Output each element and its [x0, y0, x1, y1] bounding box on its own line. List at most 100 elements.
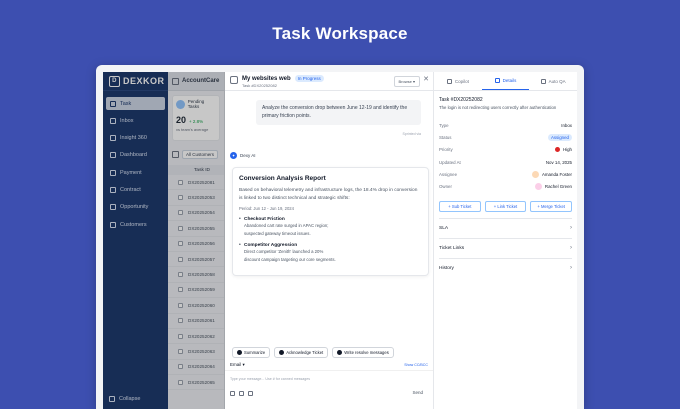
- section-ticket-links[interactable]: Ticket Links ›: [439, 237, 572, 258]
- qa-label: Acknowledge Ticket: [286, 350, 324, 355]
- channel-label: Email: [230, 362, 242, 367]
- prop-key: Priority: [439, 147, 453, 153]
- section-label: SLA: [439, 225, 449, 231]
- browse-button[interactable]: Browse ▾: [393, 76, 420, 87]
- ai-write-icon[interactable]: [248, 391, 253, 396]
- section-history[interactable]: History ›: [439, 257, 572, 278]
- image-icon[interactable]: [239, 391, 244, 396]
- message-meta: Sprinted via: [402, 132, 421, 136]
- pen-icon: [337, 350, 343, 355]
- finding-item: Competitor Aggression Direct competitor …: [239, 242, 422, 263]
- chat-subtitle: Task #DX20252082: [242, 83, 277, 88]
- report-card: Conversion Analysis Report Based on beha…: [232, 167, 429, 276]
- close-icon[interactable]: ✕: [423, 75, 429, 83]
- page-title: Task Workspace: [272, 24, 408, 43]
- chat-title: My websites web: [242, 75, 291, 82]
- qa-label: Summarize: [244, 350, 266, 355]
- task-id: Task #DX20252082: [439, 97, 483, 103]
- user-message: Analyze the conversion drop between June…: [256, 100, 421, 125]
- finding-text: suspected gateway timeout issues.: [244, 230, 311, 236]
- prop-key: Owner: [439, 183, 452, 189]
- copilot-icon: [446, 78, 452, 84]
- prop-priority: Priority High: [439, 144, 572, 156]
- web-icon: [230, 76, 238, 84]
- avatar: [534, 182, 542, 190]
- qa-label: Write resolve messages: [344, 350, 389, 355]
- tab-label: Details: [502, 78, 517, 83]
- prop-value: Nov 14, 2025: [545, 159, 572, 165]
- prop-key: Status: [439, 135, 452, 141]
- summarize-button[interactable]: Summarize: [232, 347, 271, 358]
- qa-icon: [540, 78, 546, 84]
- finding-item: Checkout Friction Abandoned cart rate su…: [239, 216, 422, 237]
- assignee-value[interactable]: Amanda Foster: [531, 170, 572, 178]
- tab-label: Auto QA: [548, 78, 566, 84]
- acknowledge-icon: [279, 350, 285, 355]
- owner-name: Rachel Green: [544, 183, 572, 189]
- finding-text: Abandoned cart rate surged in APAC regio…: [244, 223, 329, 229]
- message-input[interactable]: Type your message... Use # for canned me…: [230, 377, 310, 381]
- chat-pane: My websites web In Progress Task #DX20252…: [225, 72, 434, 409]
- priority-high-icon: [554, 147, 560, 153]
- prop-updated: Updated At Nov 14, 2025: [439, 156, 572, 168]
- browse-label: Browse: [398, 79, 412, 84]
- ai-avatar-icon: ✦: [230, 152, 237, 159]
- tab-copilot[interactable]: Copilot: [434, 72, 482, 90]
- prop-key: Updated At: [439, 159, 461, 165]
- tab-auto-qa[interactable]: Auto QA: [529, 72, 577, 90]
- status-badge: In Progress: [294, 75, 324, 82]
- ai-sender: ✦ Dexy AI: [230, 152, 256, 159]
- chevron-right-icon: ›: [570, 245, 572, 252]
- avatar: [531, 170, 539, 178]
- finding-text: discount campaign targeting our core seg…: [244, 256, 336, 262]
- details-pane: Copilot Details Auto QA Task #DX20252082…: [434, 72, 577, 409]
- tab-label: Copilot: [454, 78, 469, 84]
- ai-name: Dexy AI: [240, 153, 256, 158]
- summarize-icon: [237, 350, 242, 355]
- priority-value[interactable]: High: [554, 147, 572, 153]
- chevron-right-icon: ›: [570, 225, 572, 232]
- write-resolve-button[interactable]: Write resolve messages: [332, 347, 394, 358]
- sub-ticket-button[interactable]: + Sub Ticket: [439, 200, 481, 212]
- prop-key: Type: [439, 123, 449, 129]
- ticket-actions: + Sub Ticket + Link Ticket + Merge Ticke…: [439, 200, 573, 212]
- show-cc-link[interactable]: Show CC/BCC: [404, 363, 428, 367]
- chat-header: My websites web In Progress Task #DX20252…: [225, 72, 433, 91]
- details-tabs: Copilot Details Auto QA: [434, 72, 577, 91]
- channel-select[interactable]: Email ▾: [230, 362, 245, 368]
- task-properties: Type Inbox Status Assigned Priority High Up…: [439, 119, 572, 192]
- report-period: Period: Jun 12 - Jun 19, 2024: [239, 206, 294, 212]
- send-button[interactable]: Send: [412, 390, 423, 395]
- details-icon: [494, 78, 500, 83]
- composer-tools: [230, 391, 253, 396]
- merge-ticket-button[interactable]: + Merge Ticket: [530, 200, 573, 212]
- report-summary: Based on behavioral telemetry and infras…: [239, 188, 418, 201]
- section-label: History: [439, 265, 454, 271]
- finding-text: Direct competitor 'Zenith' launched a 20…: [244, 249, 324, 255]
- link-ticket-button[interactable]: + Link Ticket: [484, 200, 527, 212]
- list-overlay: [103, 72, 225, 409]
- quick-actions: Summarize Acknowledge Ticket Write resol…: [232, 347, 394, 358]
- prop-type: Type Inbox: [439, 119, 572, 131]
- assignee-name: Amanda Foster: [541, 171, 572, 177]
- tab-details[interactable]: Details: [481, 72, 530, 90]
- prop-status: Status Assigned: [439, 132, 572, 144]
- report-title: Conversion Analysis Report: [239, 175, 326, 182]
- owner-value[interactable]: Rachel Green: [534, 182, 572, 190]
- prop-assignee: Assignee Amanda Foster: [439, 168, 572, 180]
- composer-header: Email ▾ Show CC/BCC: [225, 360, 433, 371]
- chevron-right-icon: ›: [570, 265, 572, 272]
- priority-label: High: [562, 147, 572, 153]
- prop-owner: Owner Rachel Green: [439, 180, 572, 192]
- section-sla[interactable]: SLA ›: [439, 217, 572, 238]
- prop-value: Inbox: [561, 123, 572, 129]
- finding-title: Checkout Friction: [244, 217, 285, 223]
- acknowledge-ticket-button[interactable]: Acknowledge Ticket: [274, 347, 329, 358]
- section-label: Ticket Links: [439, 245, 465, 251]
- finding-title: Competitor Aggression: [244, 243, 298, 249]
- app-window: D DEXKOR Task Inbox Insight 360 Dashboar…: [96, 65, 584, 409]
- status-tag[interactable]: Assigned: [547, 134, 572, 142]
- prop-key: Assignee: [439, 171, 458, 177]
- attach-icon[interactable]: [230, 391, 235, 396]
- task-description: The login is not redirecting users corre…: [439, 105, 557, 110]
